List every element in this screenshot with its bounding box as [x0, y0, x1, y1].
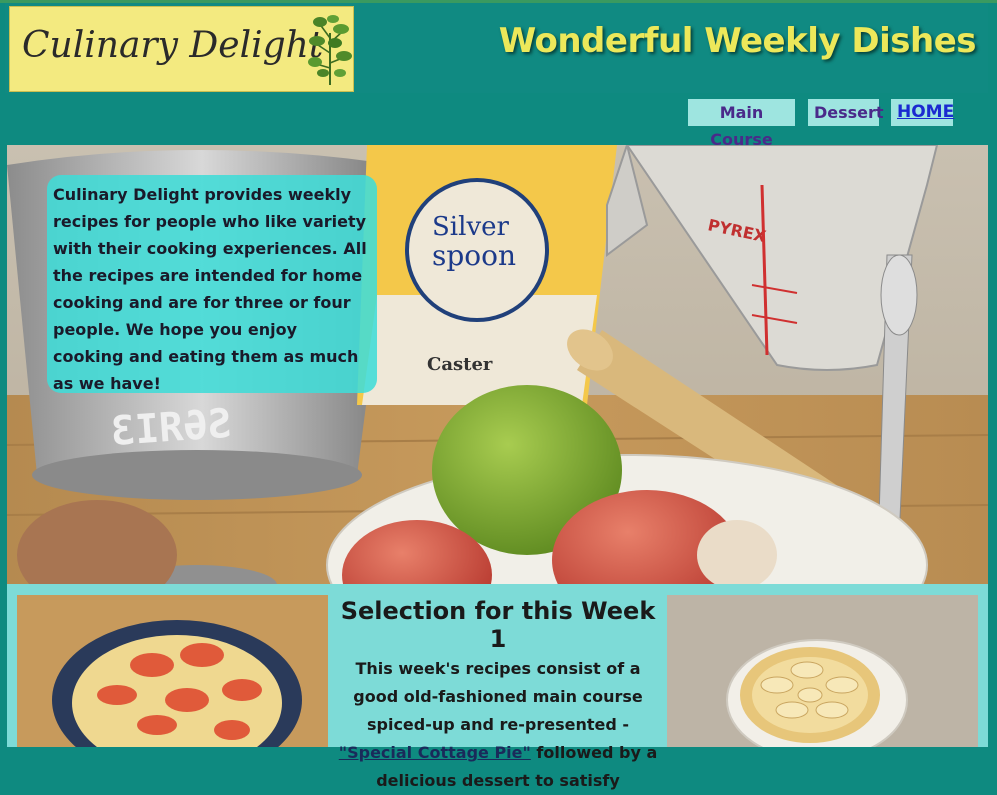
svg-text:Silver: Silver [432, 212, 510, 242]
site-header: Culinary Delight Wonderful Weekly Dishes [5, 3, 988, 93]
main-nav: Main Course Dessert HOME [0, 99, 997, 149]
cottage-pie-photo [17, 595, 328, 747]
svg-text:ƐIRƏƧ: ƐIRƏƧ [109, 401, 232, 455]
intro-panel: Culinary Delight provides weekly recipes… [47, 175, 377, 393]
site-logo[interactable]: Culinary Delight [9, 6, 354, 92]
apple-tart-image [667, 595, 978, 747]
svg-text:Caster: Caster [427, 354, 493, 375]
nav-dessert[interactable]: Dessert [808, 99, 884, 126]
selection-text-before: This week's recipes consist of a good ol… [353, 659, 643, 734]
herb-icon [308, 15, 352, 85]
apple-tart-photo [667, 595, 978, 747]
nav-main-course[interactable]: Main Course [688, 99, 795, 149]
selection-title: Selection for this Week 1 [340, 597, 656, 653]
selection-text: This week's recipes consist of a good ol… [329, 655, 667, 795]
svg-text:spoon: spoon [432, 239, 516, 272]
cottage-pie-image [17, 595, 328, 747]
selection-panel: Selection for this Week 1 This week's re… [329, 595, 667, 790]
logo-text: Culinary Delight [22, 25, 324, 66]
nav-home[interactable]: HOME [891, 99, 954, 126]
intro-text: Culinary Delight provides weekly recipes… [53, 185, 367, 393]
site-title: Wonderful Weekly Dishes [498, 21, 977, 61]
cottage-pie-link[interactable]: "Special Cottage Pie" [339, 743, 531, 762]
